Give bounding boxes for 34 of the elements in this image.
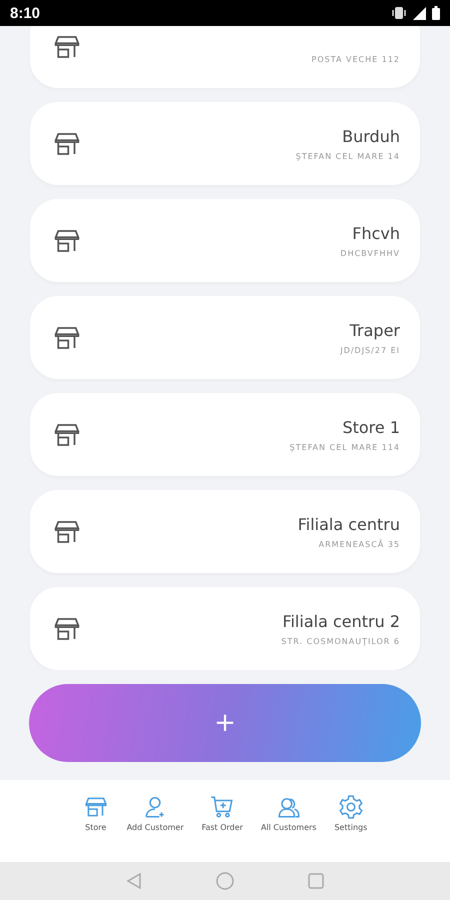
home-icon[interactable] — [216, 872, 234, 890]
store-name: Filiala centru 2 — [282, 612, 400, 632]
store-card[interactable]: Filiala centru ARMENEASCĂ 35 — [30, 490, 420, 573]
vibrate-icon — [392, 6, 406, 20]
battery-icon — [432, 6, 440, 20]
store-address: ŞTEFAN CEL MARE 114 — [290, 442, 400, 452]
nav-tab[interactable]: Settings — [334, 823, 368, 832]
store-address: STR. COSMONAUŢILOR 6 — [281, 636, 400, 646]
store-name: Burduh — [342, 126, 400, 146]
store-name: Fhcvh — [352, 224, 400, 244]
cart-icon — [209, 794, 236, 820]
store-name: Store 1 — [342, 418, 400, 438]
settings-icon — [338, 794, 364, 820]
add-button[interactable]: + — [29, 684, 421, 762]
recents-icon[interactable] — [308, 873, 324, 889]
nav-tab[interactable]: Store — [85, 823, 106, 832]
nav-tab[interactable]: All Customers — [260, 823, 316, 832]
store-card[interactable]: Traper JD/DJS/27 EI — [30, 296, 420, 379]
back-icon[interactable] — [126, 872, 142, 890]
store-address: POSTA VECHE 112 — [312, 54, 400, 64]
store-card[interactable]: Fhcvh DHCBVFHHV — [30, 199, 420, 282]
store-card[interactable]: Filiala centru 2 STR. COSMONAUŢILOR 6 — [30, 587, 420, 670]
nav-tab[interactable]: Fast Order — [202, 823, 243, 832]
store-card[interactable]: Store 1 ŞTEFAN CEL MARE 114 — [30, 393, 420, 476]
status-time: 8:10 — [10, 4, 40, 22]
signal-icon — [411, 6, 427, 20]
store-card[interactable]: Burduh ŞTEFAN CEL MARE 14 — [30, 102, 420, 185]
store-address: DHCBVFHHV — [340, 248, 400, 258]
store-address: ŞTEFAN CEL MARE 14 — [296, 152, 400, 160]
store-name: Filiala centru — [298, 514, 400, 534]
store-address: ARMENEASCĂ 35 — [318, 540, 400, 548]
store-address: JD/DJS/27 EI — [340, 346, 400, 354]
store-name: Traper — [350, 320, 400, 340]
nav-tab[interactable]: Add Customer — [126, 823, 184, 832]
